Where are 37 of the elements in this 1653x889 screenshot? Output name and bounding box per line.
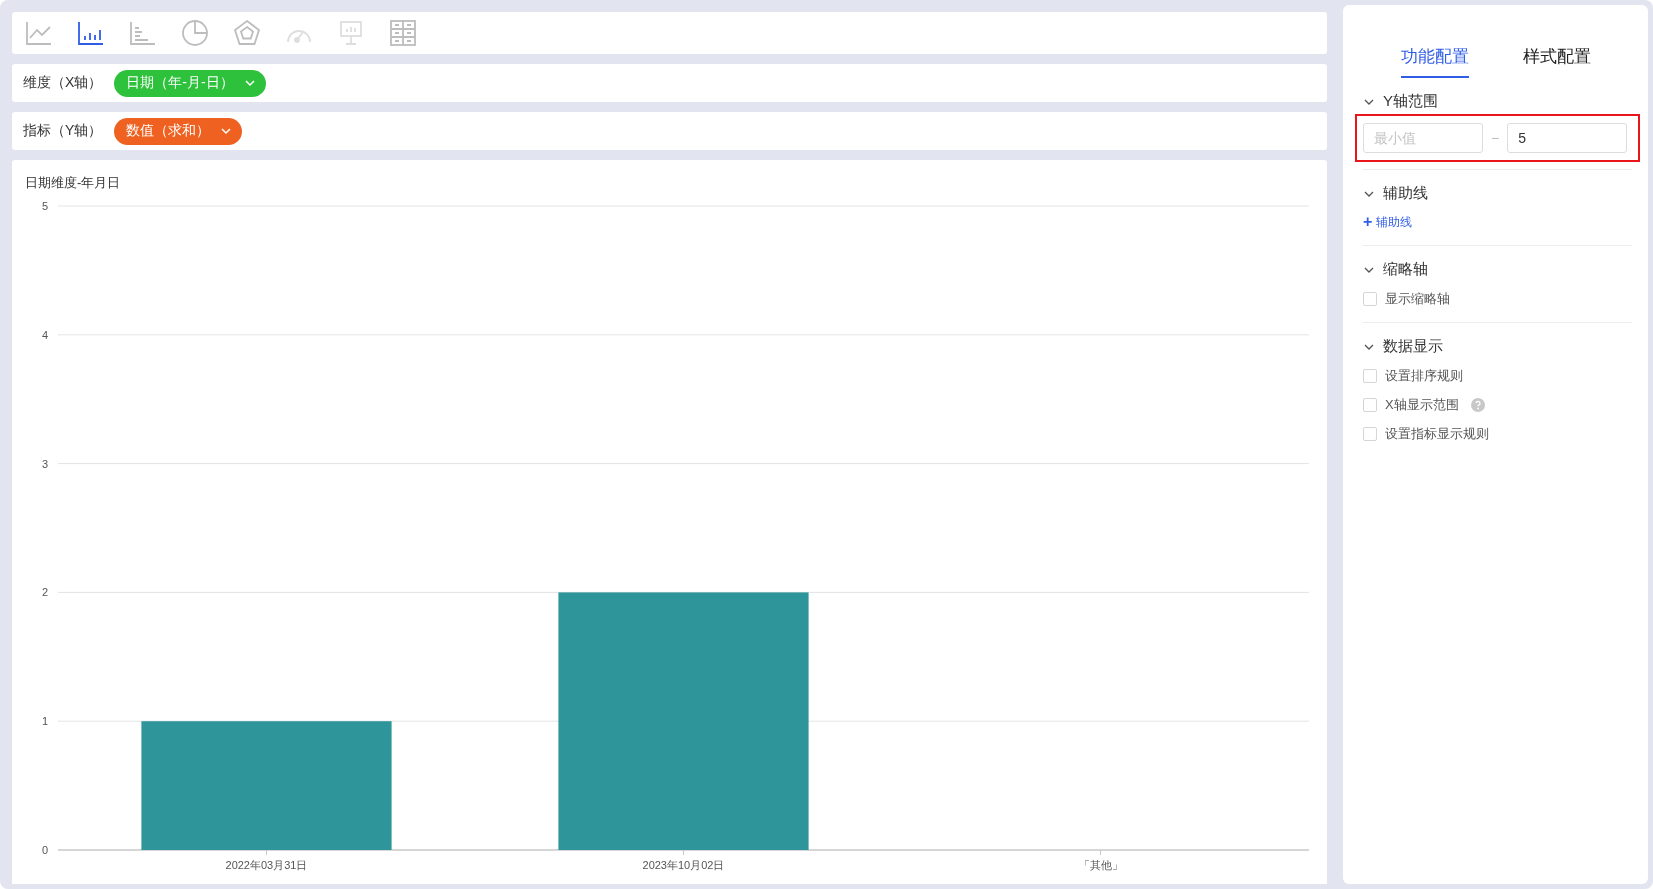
panel-tab[interactable]: 样式配置	[1523, 39, 1591, 78]
checkbox[interactable]	[1363, 369, 1377, 383]
field-label: 指标（Y轴）	[23, 122, 103, 140]
caret-icon[interactable]	[220, 125, 233, 137]
checkbox[interactable]	[1363, 398, 1377, 412]
caret-icon[interactable]	[243, 77, 256, 89]
checkbox-label: X轴显示范围	[1385, 396, 1459, 414]
checkbox-label: 显示缩略轴	[1385, 290, 1450, 308]
y-tick-label: 4	[41, 328, 48, 341]
help-icon[interactable]	[1470, 398, 1485, 412]
min-input[interactable]: 最小值	[1363, 123, 1483, 153]
add-link[interactable]: + 辅助线	[1363, 213, 1413, 231]
y-tick-label: 5	[41, 200, 48, 212]
section-title: 辅助线	[1383, 184, 1428, 203]
panel-tab[interactable]: 功能配置	[1401, 39, 1469, 78]
pentagon-icon[interactable]	[232, 18, 262, 48]
y-tick-label: 3	[41, 457, 48, 470]
checkbox[interactable]	[1363, 427, 1377, 441]
checkbox-label: 设置排序规则	[1385, 367, 1463, 385]
field-pill[interactable]: 数值（求和）	[114, 117, 243, 145]
y-tick-label: 0	[41, 844, 48, 856]
range-separator: −	[1491, 130, 1500, 146]
checkbox[interactable]	[1363, 292, 1377, 306]
field-label: 维度（X轴）	[23, 74, 103, 92]
x-tick-label: 2022年03月31日	[225, 859, 308, 871]
section-title: 缩略轴	[1383, 260, 1428, 279]
max-input[interactable]: 5	[1507, 123, 1628, 153]
chart-title: 日期维度-年月日	[24, 174, 122, 192]
checkbox-label: 设置指标显示规则	[1385, 425, 1489, 443]
x-tick-label: 2023年10月02日	[642, 859, 725, 871]
grid-table-icon[interactable]	[388, 18, 418, 48]
x-tick-label: 「其他」	[1078, 859, 1123, 871]
y-tick-label: 1	[41, 715, 48, 728]
section-title: 数据显示	[1383, 337, 1443, 356]
pie-chart-icon[interactable]	[180, 18, 210, 48]
y-tick-label: 2	[41, 586, 48, 599]
section-title: Y轴范围	[1383, 92, 1438, 111]
